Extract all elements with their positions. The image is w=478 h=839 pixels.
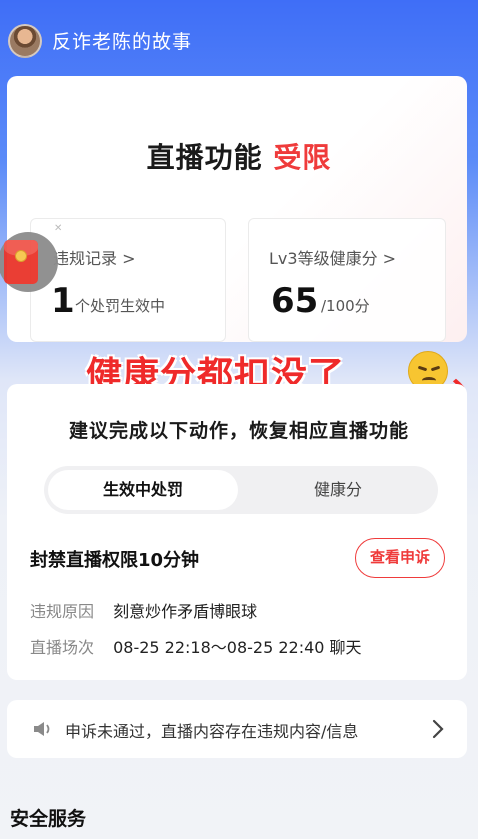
health-score-unit: /100分 [321,297,370,315]
speaker-icon [34,722,50,736]
title-prefix: 直播功能 [146,141,263,174]
appeal-notice-bar[interactable]: 申诉未通过，直播内容存在违规内容/信息 [7,700,467,758]
top-header: 反诈老陈的故事 [0,0,478,78]
title-highlight: 受限 [273,141,332,174]
avatar[interactable] [8,24,42,58]
account-name: 反诈老陈的故事 [52,31,193,53]
tab-health-score[interactable]: 健康分 [242,470,434,510]
violation-record-label: 违规记录 > [53,249,136,268]
live-session-value: 08-25 22:18～08-25 22:40 聊天 [113,638,362,657]
suggestion-title: 建议完成以下动作，恢复相应直播功能 [68,420,409,442]
appeal-notice-text: 申诉未通过，直播内容存在违规内容/信息 [65,722,359,741]
tab-active-penalties[interactable]: 生效中处罚 [48,470,238,510]
chevron-right-icon [432,719,444,739]
violation-reason-label: 违规原因 [30,602,95,621]
live-session-label: 直播场次 [30,638,95,657]
health-score-box[interactable]: Lv3等级健康分 > 65 /100分 [248,218,446,342]
health-score-label: Lv3等级健康分 > [269,249,397,268]
close-icon[interactable]: ✕ [54,223,62,234]
live-session-row: 直播场次 08-25 22:18～08-25 22:40 聊天 [30,634,362,658]
red-packet-icon [4,240,38,284]
red-packet-float-button[interactable] [0,232,58,292]
violation-reason-row: 违规原因 刻意炒作矛盾博眼球 [30,598,257,622]
view-appeal-button[interactable]: 查看申诉 [355,538,445,578]
penalty-tabs: 生效中处罚 健康分 [44,466,438,514]
health-score-value: 65 [271,281,319,321]
violation-count: 1 [51,281,75,321]
violation-unit: 个处罚生效中 [75,297,166,315]
violation-reason-value: 刻意炒作矛盾博眼球 [113,602,258,621]
page-title: 直播功能 受限 [0,136,478,176]
penalty-title: 封禁直播权限10分钟 [30,550,200,571]
violation-record-box[interactable]: 违规记录 > 1 个处罚生效中 [30,218,226,342]
security-services-title: 安全服务 [10,808,87,830]
